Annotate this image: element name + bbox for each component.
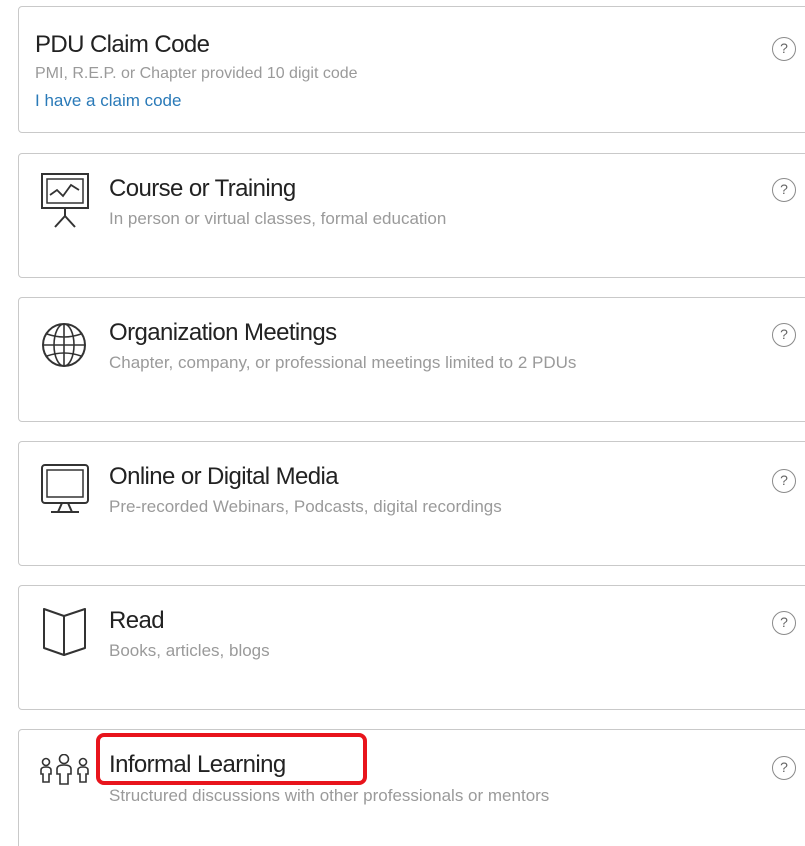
card-pdu-claim-code[interactable]: PDU Claim Code PMI, R.E.P. or Chapter pr… xyxy=(18,6,805,133)
presentation-board-icon xyxy=(39,172,93,228)
card-subtitle: Books, articles, blogs xyxy=(109,641,270,660)
help-icon[interactable]: ? xyxy=(772,178,796,202)
help-icon[interactable]: ? xyxy=(772,756,796,780)
globe-icon xyxy=(39,320,93,374)
claim-code-link[interactable]: I have a claim code xyxy=(35,91,181,111)
card-title: Course or Training xyxy=(109,175,296,202)
highlight-box xyxy=(96,733,367,785)
card-title: Online or Digital Media xyxy=(109,463,339,490)
card-organization-meetings[interactable]: Organization Meetings Chapter, company, … xyxy=(18,297,805,422)
open-book-icon xyxy=(39,606,93,660)
card-title: Read xyxy=(109,607,165,634)
card-title: PDU Claim Code xyxy=(35,31,210,58)
card-online-or-digital-media[interactable]: Online or Digital Media Pre-recorded Web… xyxy=(18,441,805,566)
card-subtitle: Chapter, company, or professional meetin… xyxy=(109,353,577,372)
help-icon[interactable]: ? xyxy=(772,469,796,493)
card-read[interactable]: Read Books, articles, blogs ? xyxy=(18,585,805,710)
card-subtitle: In person or virtual classes, formal edu… xyxy=(109,209,447,228)
help-icon[interactable]: ? xyxy=(772,323,796,347)
help-icon[interactable]: ? xyxy=(772,611,796,635)
card-subtitle: Pre-recorded Webinars, Podcasts, digital… xyxy=(109,497,502,516)
card-title: Organization Meetings xyxy=(109,319,337,346)
pdu-category-list: PDU Claim Code PMI, R.E.P. or Chapter pr… xyxy=(0,0,805,846)
monitor-icon xyxy=(39,462,93,516)
card-course-or-training[interactable]: Course or Training In person or virtual … xyxy=(18,153,805,278)
help-icon[interactable]: ? xyxy=(772,37,796,61)
card-subtitle: PMI, R.E.P. or Chapter provided 10 digit… xyxy=(35,65,358,82)
card-subtitle: Structured discussions with other profes… xyxy=(109,786,550,805)
